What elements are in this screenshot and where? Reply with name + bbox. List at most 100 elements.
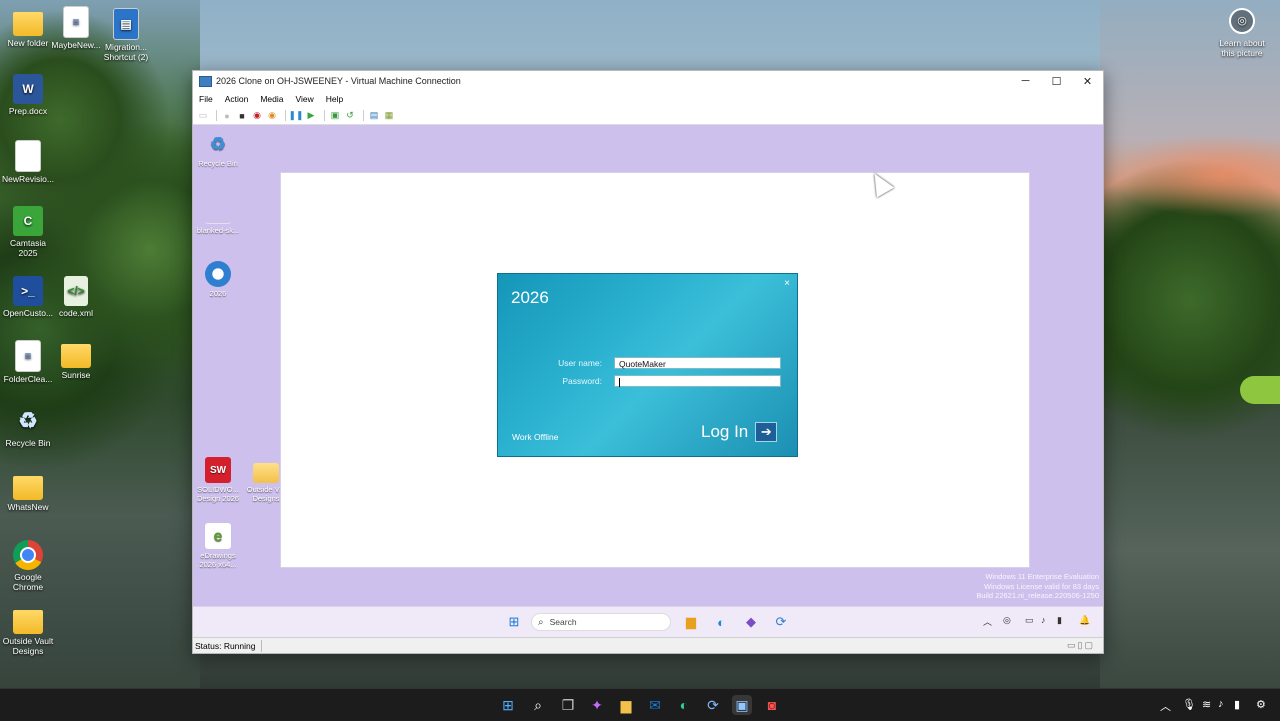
- camera-icon: ◎: [1229, 8, 1255, 34]
- desktop-icon-recycle-bin[interactable]: ♻ Recycle Bin: [0, 406, 56, 449]
- revert-icon[interactable]: ↺: [344, 110, 356, 122]
- menu-help[interactable]: Help: [326, 94, 343, 104]
- enhanced-session-icon[interactable]: ▤: [368, 110, 380, 122]
- share-icon[interactable]: ▦: [383, 110, 395, 122]
- windows-start-icon[interactable]: ⊞: [506, 614, 522, 630]
- icon-label: eDrawings 2026 x64...: [199, 551, 237, 569]
- task-view-icon[interactable]: ❐: [558, 695, 578, 715]
- close-button[interactable]: ✕: [1072, 71, 1103, 91]
- shutdown-icon[interactable]: ◉: [251, 110, 263, 122]
- guest-icon-blanked[interactable]: blanked-sk...: [193, 197, 243, 235]
- login-dialog: × 2026 User name: QuoteMaker Password: W…: [497, 273, 798, 457]
- document-icon: ≡: [63, 6, 89, 38]
- checkpoint-icon[interactable]: ▣: [329, 110, 341, 122]
- status-separator: [261, 639, 263, 652]
- vm-app-icon: [199, 75, 212, 87]
- icon-label: Google Chrome: [12, 572, 44, 592]
- icon-label: Recycle Bin: [198, 159, 238, 168]
- wifi-icon[interactable]: ≋: [1202, 698, 1211, 711]
- visual-studio-icon[interactable]: ◆: [743, 614, 759, 630]
- network-icon[interactable]: ▭: [1025, 615, 1034, 626]
- desktop-icon-prep-docx[interactable]: W Prep.docx: [0, 74, 56, 116]
- icon-label: Sunrise: [61, 370, 91, 380]
- edge-icon[interactable]: ◐: [674, 695, 694, 715]
- vm-status-bar: Status: Running ▭▯▢: [193, 637, 1103, 653]
- ctrl-alt-del-icon[interactable]: ▭: [197, 110, 209, 122]
- start-icon[interactable]: ●: [221, 110, 233, 122]
- learn-about-picture[interactable]: ◎ Learn about this picture: [1214, 8, 1270, 58]
- sync-app-icon[interactable]: ⟳: [773, 614, 789, 630]
- icon-label: blanked-sk...: [196, 226, 240, 235]
- chevron-up-icon[interactable]: ︿: [983, 615, 992, 628]
- icon-label: Prep.docx: [8, 106, 48, 116]
- sync-icon: [205, 261, 231, 287]
- file-explorer-icon[interactable]: ▆: [616, 695, 636, 715]
- battery-icon[interactable]: ▮: [1234, 698, 1240, 711]
- menu-action[interactable]: Action: [225, 94, 249, 104]
- camtasia-icon: C: [13, 206, 43, 236]
- edge-icon[interactable]: ◐: [713, 614, 729, 630]
- text-caret: [619, 378, 620, 388]
- menu-view[interactable]: View: [295, 94, 313, 104]
- desktop-icon-outside-vault-designs[interactable]: Outside Vault Designs: [0, 606, 56, 656]
- desktop-icon-google-chrome[interactable]: Google Chrome: [0, 540, 56, 592]
- arrow-right-icon: ➔: [755, 422, 778, 442]
- dialog-close-button[interactable]: ×: [784, 278, 790, 289]
- turn-off-icon[interactable]: ■: [236, 110, 248, 122]
- copilot-icon[interactable]: ✦: [587, 695, 607, 715]
- guest-icon-2026[interactable]: 2026: [193, 261, 243, 298]
- window-title: 2026 Clone on OH-JSWEENEY - Virtual Mach…: [216, 76, 461, 86]
- status-indicator-icons: ▭▯▢: [1067, 640, 1095, 650]
- hyperv-connection-icon[interactable]: ▣: [732, 695, 752, 715]
- pause-icon[interactable]: ❚❚: [288, 110, 303, 122]
- password-field[interactable]: [614, 375, 781, 388]
- search-icon[interactable]: ⌕: [528, 695, 548, 715]
- save-state-icon[interactable]: ◉: [266, 110, 278, 122]
- guest-search-box[interactable]: ⌕ Search: [531, 613, 671, 631]
- icon-label: SOLIDWO... Design 2026: [196, 485, 240, 503]
- desktop-icon-whatsnew[interactable]: WhatsNew: [0, 472, 56, 512]
- desktop-icon-camtasia[interactable]: C Camtasia 2025: [0, 206, 56, 258]
- microphone-icon[interactable]: 🎙: [1182, 698, 1196, 711]
- file-explorer-icon[interactable]: ▆: [683, 614, 699, 630]
- blank-file-icon: [205, 197, 231, 224]
- volume-icon[interactable]: ♪: [1041, 615, 1046, 625]
- guest-icon-solidworks[interactable]: SW SOLIDWO... Design 2026: [193, 457, 243, 503]
- folder-icon: [13, 610, 43, 634]
- maximize-button[interactable]: ☐: [1041, 71, 1072, 91]
- camtasia-recorder-icon[interactable]: ◙: [762, 695, 782, 715]
- vm-toolbar: ▭ ● ■ ◉ ◉ ❚❚ ▶ ▣ ↺ ▤ ▦: [193, 107, 1103, 125]
- menu-file[interactable]: File: [199, 94, 213, 104]
- desktop-icon-code-xml[interactable]: </> code.xml: [48, 276, 104, 318]
- minimize-button[interactable]: ─: [1010, 71, 1041, 91]
- work-offline-link[interactable]: Work Offline: [512, 432, 558, 442]
- desktop-icon-newrevision[interactable]: NewRevisio...: [0, 140, 56, 184]
- chevron-up-icon[interactable]: ︿: [1160, 698, 1171, 714]
- username-field[interactable]: QuoteMaker: [614, 357, 781, 369]
- menu-media[interactable]: Media: [260, 94, 283, 104]
- desktop-icon-maybenew[interactable]: ≡ MaybeNew...: [48, 6, 104, 50]
- settings-icon[interactable]: ⚙: [1256, 698, 1266, 711]
- password-label: Password:: [562, 376, 602, 386]
- window-titlebar[interactable]: 2026 Clone on OH-JSWEENEY - Virtual Mach…: [193, 71, 1103, 91]
- notification-bell-icon[interactable]: 🔔: [1079, 615, 1090, 626]
- desktop-icon-migration-shortcut[interactable]: ▤ Migration... Shortcut (2): [98, 8, 154, 62]
- sync-app-icon[interactable]: ⟳: [703, 695, 723, 715]
- menu-bar: File Action Media View Help: [193, 91, 1103, 107]
- toolbar-separator: [363, 110, 364, 121]
- windows-start-icon[interactable]: ⊞: [498, 695, 518, 715]
- desktop-icon-sunrise[interactable]: Sunrise: [48, 340, 104, 380]
- volume-icon[interactable]: ♪: [1218, 698, 1224, 710]
- document-icon: [15, 140, 41, 172]
- vpn-icon[interactable]: ◎: [1003, 615, 1011, 626]
- resume-icon[interactable]: ▶: [305, 110, 317, 122]
- outlook-icon[interactable]: ✉: [645, 695, 665, 715]
- watermark-line: Build 22621.ni_release.220506-1250: [976, 591, 1099, 600]
- document-icon: ≡: [15, 340, 41, 372]
- guest-icon-edrawings[interactable]: e eDrawings 2026 x64...: [193, 523, 243, 569]
- shortcut-icon: ▤: [113, 8, 139, 40]
- login-button[interactable]: Log In ➔: [701, 422, 778, 442]
- guest-icon-recycle-bin[interactable]: ♻ Recycle Bin: [193, 131, 243, 169]
- battery-icon[interactable]: ▮: [1057, 615, 1062, 626]
- windows-watermark: Windows 11 Enterprise Evaluation Windows…: [899, 572, 1099, 601]
